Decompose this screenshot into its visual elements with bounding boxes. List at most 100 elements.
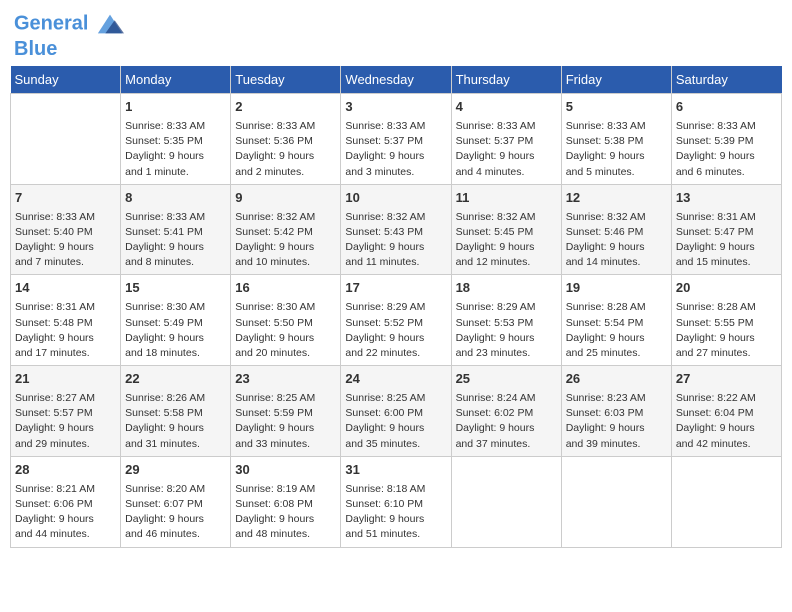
calendar-cell: 10Sunrise: 8:32 AM Sunset: 5:43 PM Dayli… [341, 184, 451, 275]
day-header-tuesday: Tuesday [231, 66, 341, 94]
day-number: 16 [235, 279, 336, 298]
day-number: 27 [676, 370, 777, 389]
calendar-cell: 21Sunrise: 8:27 AM Sunset: 5:57 PM Dayli… [11, 366, 121, 457]
day-number: 15 [125, 279, 226, 298]
day-info: Sunrise: 8:31 AM Sunset: 5:48 PM Dayligh… [15, 300, 116, 361]
day-info: Sunrise: 8:28 AM Sunset: 5:55 PM Dayligh… [676, 300, 777, 361]
calendar-week-row: 21Sunrise: 8:27 AM Sunset: 5:57 PM Dayli… [11, 366, 782, 457]
day-info: Sunrise: 8:18 AM Sunset: 6:10 PM Dayligh… [345, 482, 446, 543]
day-info: Sunrise: 8:32 AM Sunset: 5:45 PM Dayligh… [456, 210, 557, 271]
day-info: Sunrise: 8:30 AM Sunset: 5:50 PM Dayligh… [235, 300, 336, 361]
day-number: 9 [235, 189, 336, 208]
day-number: 7 [15, 189, 116, 208]
day-number: 18 [456, 279, 557, 298]
calendar-cell: 5 Sunrise: 8:33 AM Sunset: 5:38 PM Daylig… [561, 94, 671, 185]
calendar-cell: 13 Sunrise: 8:31 AM Sunset: 5:47 PM Dayli… [671, 184, 781, 275]
day-info: Sunrise: 8:33 AM Sunset: 5:41 PM Dayligh… [125, 210, 226, 271]
day-number: 23 [235, 370, 336, 389]
day-number: 2 [235, 98, 336, 117]
day-number: 17 [345, 279, 446, 298]
day-info: Sunrise: 8:32 AM Sunset: 5:43 PM Dayligh… [345, 210, 446, 271]
calendar-cell: 25 Sunrise: 8:24 AM Sunset: 6:02 PM Dayli… [451, 366, 561, 457]
day-info: Sunrise: 8:33 AM Sunset: 5:38 PM Dayligh… [566, 119, 667, 180]
calendar-header-row: SundayMondayTuesdayWednesdayThursdayFrid… [11, 66, 782, 94]
calendar-cell [671, 456, 781, 547]
day-info: Sunrise: 8:29 AM Sunset: 5:53 PM Dayligh… [456, 300, 557, 361]
calendar-cell: 11Sunrise: 8:32 AM Sunset: 5:45 PM Dayli… [451, 184, 561, 275]
day-number: 30 [235, 461, 336, 480]
day-number: 21 [15, 370, 116, 389]
day-info: Sunrise: 8:32 AM Sunset: 5:46 PM Dayligh… [566, 210, 667, 271]
day-number: 28 [15, 461, 116, 480]
calendar-cell: 22 Sunrise: 8:26 AM Sunset: 5:58 PM Dayli… [121, 366, 231, 457]
day-number: 25 [456, 370, 557, 389]
calendar-week-row: 7 Sunrise: 8:33 AM Sunset: 5:40 PM Daylig… [11, 184, 782, 275]
calendar-week-row: 14 Sunrise: 8:31 AM Sunset: 5:48 PM Dayli… [11, 275, 782, 366]
day-number: 29 [125, 461, 226, 480]
calendar-cell: 16 Sunrise: 8:30 AM Sunset: 5:50 PM Dayli… [231, 275, 341, 366]
logo-text: General [14, 10, 124, 38]
day-number: 26 [566, 370, 667, 389]
day-number: 24 [345, 370, 446, 389]
day-info: Sunrise: 8:29 AM Sunset: 5:52 PM Dayligh… [345, 300, 446, 361]
calendar-cell: 14 Sunrise: 8:31 AM Sunset: 5:48 PM Dayli… [11, 275, 121, 366]
calendar-cell: 12 Sunrise: 8:32 AM Sunset: 5:46 PM Dayli… [561, 184, 671, 275]
calendar-cell: 7 Sunrise: 8:33 AM Sunset: 5:40 PM Daylig… [11, 184, 121, 275]
calendar-cell: 19 Sunrise: 8:28 AM Sunset: 5:54 PM Dayli… [561, 275, 671, 366]
page-header: General Blue [10, 10, 782, 60]
calendar-cell: 28Sunrise: 8:21 AM Sunset: 6:06 PM Dayli… [11, 456, 121, 547]
day-info: Sunrise: 8:33 AM Sunset: 5:35 PM Dayligh… [125, 119, 226, 180]
calendar-cell: 20 Sunrise: 8:28 AM Sunset: 5:55 PM Dayli… [671, 275, 781, 366]
calendar-cell: 18 Sunrise: 8:29 AM Sunset: 5:53 PM Dayli… [451, 275, 561, 366]
day-number: 5 [566, 98, 667, 117]
day-number: 8 [125, 189, 226, 208]
calendar-cell: 6 Sunrise: 8:33 AM Sunset: 5:39 PM Daylig… [671, 94, 781, 185]
day-info: Sunrise: 8:33 AM Sunset: 5:39 PM Dayligh… [676, 119, 777, 180]
day-info: Sunrise: 8:32 AM Sunset: 5:42 PM Dayligh… [235, 210, 336, 271]
calendar-cell: 27 Sunrise: 8:22 AM Sunset: 6:04 PM Dayli… [671, 366, 781, 457]
day-info: Sunrise: 8:31 AM Sunset: 5:47 PM Dayligh… [676, 210, 777, 271]
calendar-cell: 2 Sunrise: 8:33 AM Sunset: 5:36 PM Daylig… [231, 94, 341, 185]
calendar-cell: 29Sunrise: 8:20 AM Sunset: 6:07 PM Dayli… [121, 456, 231, 547]
day-number: 22 [125, 370, 226, 389]
day-info: Sunrise: 8:33 AM Sunset: 5:40 PM Dayligh… [15, 210, 116, 271]
day-number: 19 [566, 279, 667, 298]
calendar-cell: 8 Sunrise: 8:33 AM Sunset: 5:41 PM Daylig… [121, 184, 231, 275]
day-info: Sunrise: 8:33 AM Sunset: 5:37 PM Dayligh… [456, 119, 557, 180]
calendar-cell: 17 Sunrise: 8:29 AM Sunset: 5:52 PM Dayli… [341, 275, 451, 366]
calendar-cell: 24 Sunrise: 8:25 AM Sunset: 6:00 PM Dayli… [341, 366, 451, 457]
day-number: 6 [676, 98, 777, 117]
day-info: Sunrise: 8:24 AM Sunset: 6:02 PM Dayligh… [456, 391, 557, 452]
day-number: 14 [15, 279, 116, 298]
day-info: Sunrise: 8:33 AM Sunset: 5:37 PM Dayligh… [345, 119, 446, 180]
day-info: Sunrise: 8:23 AM Sunset: 6:03 PM Dayligh… [566, 391, 667, 452]
day-info: Sunrise: 8:25 AM Sunset: 6:00 PM Dayligh… [345, 391, 446, 452]
day-header-monday: Monday [121, 66, 231, 94]
day-info: Sunrise: 8:26 AM Sunset: 5:58 PM Dayligh… [125, 391, 226, 452]
calendar-cell: 30Sunrise: 8:19 AM Sunset: 6:08 PM Dayli… [231, 456, 341, 547]
calendar-cell: 9 Sunrise: 8:32 AM Sunset: 5:42 PM Daylig… [231, 184, 341, 275]
day-info: Sunrise: 8:28 AM Sunset: 5:54 PM Dayligh… [566, 300, 667, 361]
day-header-friday: Friday [561, 66, 671, 94]
calendar-cell: 15 Sunrise: 8:30 AM Sunset: 5:49 PM Dayli… [121, 275, 231, 366]
logo: General Blue [14, 10, 124, 60]
calendar-cell [561, 456, 671, 547]
day-header-thursday: Thursday [451, 66, 561, 94]
day-number: 12 [566, 189, 667, 208]
calendar-week-row: 28Sunrise: 8:21 AM Sunset: 6:06 PM Dayli… [11, 456, 782, 547]
day-number: 13 [676, 189, 777, 208]
day-info: Sunrise: 8:25 AM Sunset: 5:59 PM Dayligh… [235, 391, 336, 452]
day-info: Sunrise: 8:30 AM Sunset: 5:49 PM Dayligh… [125, 300, 226, 361]
day-number: 4 [456, 98, 557, 117]
day-info: Sunrise: 8:33 AM Sunset: 5:36 PM Dayligh… [235, 119, 336, 180]
calendar-table: SundayMondayTuesdayWednesdayThursdayFrid… [10, 66, 782, 548]
calendar-cell: 1Sunrise: 8:33 AM Sunset: 5:35 PM Daylig… [121, 94, 231, 185]
day-number: 20 [676, 279, 777, 298]
calendar-cell: 3 Sunrise: 8:33 AM Sunset: 5:37 PM Daylig… [341, 94, 451, 185]
calendar-cell: 4 Sunrise: 8:33 AM Sunset: 5:37 PM Daylig… [451, 94, 561, 185]
day-info: Sunrise: 8:22 AM Sunset: 6:04 PM Dayligh… [676, 391, 777, 452]
logo-text-blue: Blue [14, 38, 124, 60]
day-number: 3 [345, 98, 446, 117]
calendar-cell: 23 Sunrise: 8:25 AM Sunset: 5:59 PM Dayli… [231, 366, 341, 457]
calendar-week-row: 1Sunrise: 8:33 AM Sunset: 5:35 PM Daylig… [11, 94, 782, 185]
